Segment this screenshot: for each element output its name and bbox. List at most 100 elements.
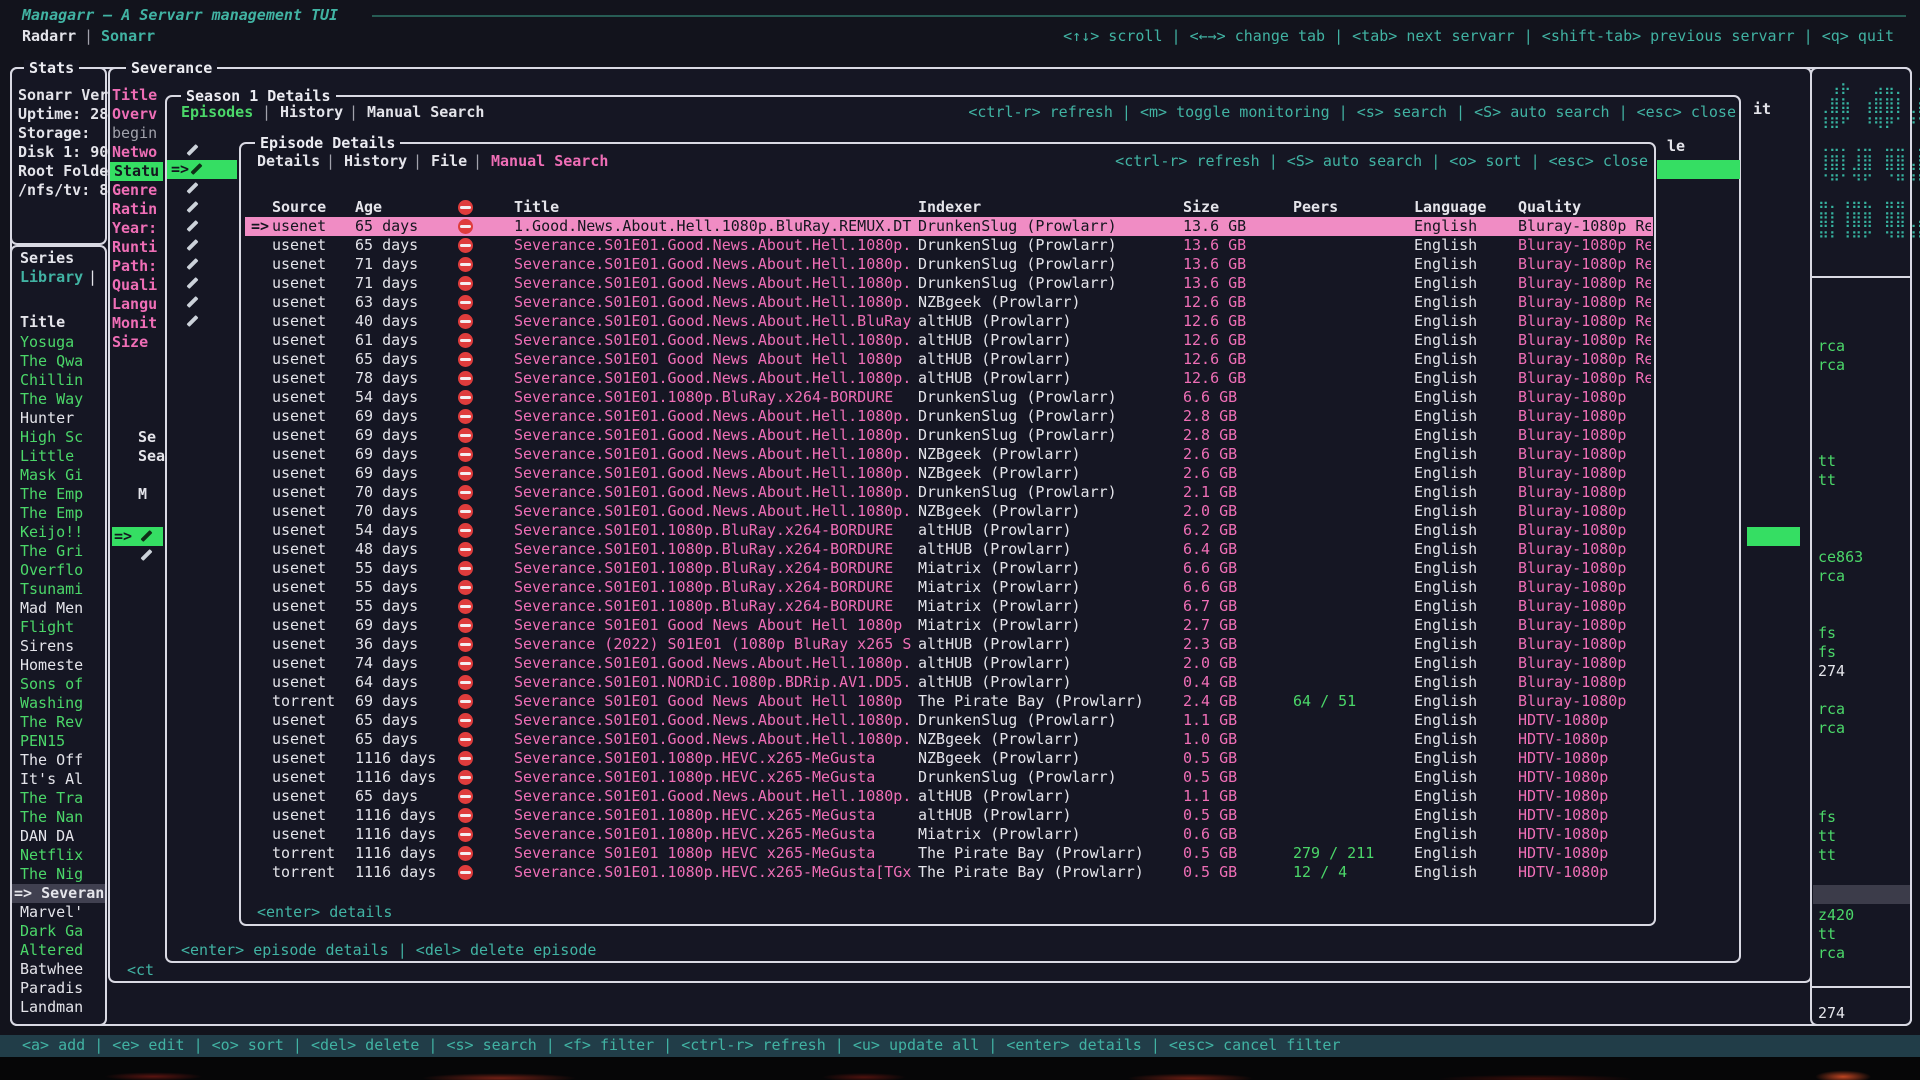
tab-episodes[interactable]: Episodes <box>181 103 253 122</box>
field-row-selected[interactable]: Statu <box>110 162 163 181</box>
release-row[interactable]: usenet74 daysSeverance.S01E01.Good.News.… <box>245 654 1653 673</box>
series-item[interactable]: Overflo <box>20 561 83 580</box>
series-item[interactable]: DAN DA <box>20 827 74 846</box>
series-item[interactable]: The Off <box>20 751 83 770</box>
series-item[interactable]: Washing <box>20 694 83 713</box>
series-item[interactable]: Hunter <box>20 409 74 428</box>
release-row[interactable]: usenet65 daysSeverance.S01E01.Good.News.… <box>245 711 1653 730</box>
release-size: 2.1 GB <box>1183 483 1237 502</box>
series-item[interactable]: Netflix <box>20 846 83 865</box>
series-item[interactable]: PEN15 <box>20 732 65 751</box>
series-item[interactable]: The Tra <box>20 789 83 808</box>
release-quality: Bluray-1080p Re <box>1518 369 1651 388</box>
release-row[interactable]: usenet55 daysSeverance.S01E01.1080p.BluR… <box>245 597 1653 616</box>
release-row[interactable]: usenet63 daysSeverance.S01E01.Good.News.… <box>245 293 1653 312</box>
series-item[interactable]: Mask Gi <box>20 466 83 485</box>
release-row[interactable]: usenet1116 daysSeverance.S01E01.1080p.HE… <box>245 749 1653 768</box>
series-item[interactable]: The Emp <box>20 504 83 523</box>
series-item[interactable]: Little <box>20 447 74 466</box>
release-language: English <box>1414 426 1477 445</box>
series-item[interactable]: Flight <box>20 618 74 637</box>
release-row[interactable]: usenet54 daysSeverance.S01E01.1080p.BluR… <box>245 521 1653 540</box>
series-item[interactable]: Tsunami <box>20 580 83 599</box>
rejected-icon <box>458 751 473 766</box>
series-item[interactable]: Mad Men <box>20 599 83 618</box>
selected-season-row-left[interactable]: => <box>112 527 163 546</box>
release-row[interactable]: usenet1116 daysSeverance.S01E01.1080p.HE… <box>245 806 1653 825</box>
series-item[interactable]: It's Al <box>20 770 83 789</box>
tab-file[interactable]: File <box>431 152 467 171</box>
series-item[interactable]: Dark Ga <box>20 922 83 941</box>
release-row[interactable]: usenet1116 daysSeverance.S01E01.1080p.HE… <box>245 768 1653 787</box>
series-item[interactable]: Yosuga <box>20 333 74 352</box>
release-row[interactable]: usenet40 daysSeverance.S01E01.Good.News.… <box>245 312 1653 331</box>
release-size: 13.6 GB <box>1183 255 1246 274</box>
release-row[interactable]: usenet69 daysSeverance.S01E01.Good.News.… <box>245 407 1653 426</box>
series-item[interactable]: The Nan <box>20 808 83 827</box>
series-item[interactable]: The Qwa <box>20 352 83 371</box>
release-row[interactable]: usenet69 daysSeverance.S01E01.Good.News.… <box>245 464 1653 483</box>
release-row[interactable]: usenet65 daysSeverance.S01E01.Good.News.… <box>245 787 1653 806</box>
release-row[interactable]: torrent1116 daysSeverance.S01E01.1080p.H… <box>245 863 1653 882</box>
release-row[interactable]: usenet78 daysSeverance.S01E01.Good.News.… <box>245 369 1653 388</box>
release-row[interactable]: usenet48 daysSeverance.S01E01.1080p.BluR… <box>245 540 1653 559</box>
series-item[interactable]: Marvel' <box>20 903 83 922</box>
release-row[interactable]: usenet65 daysSeverance.S01E01 Good News … <box>245 350 1653 369</box>
release-language: English <box>1414 863 1477 882</box>
release-row[interactable]: usenet55 daysSeverance.S01E01.1080p.BluR… <box>245 578 1653 597</box>
series-item[interactable]: Landman <box>20 998 83 1017</box>
series-item[interactable]: Sons of <box>20 675 83 694</box>
tab-episode-history[interactable]: History <box>344 152 407 171</box>
release-row[interactable]: usenet65 daysSeverance.S01E01.Good.News.… <box>245 730 1653 749</box>
series-item[interactable]: Batwhee <box>20 960 83 979</box>
series-item[interactable]: The Emp <box>20 485 83 504</box>
series-item[interactable]: Paradis <box>20 979 83 998</box>
release-row[interactable]: usenet71 daysSeverance.S01E01.Good.News.… <box>245 255 1653 274</box>
release-row[interactable]: usenet70 daysSeverance.S01E01.Good.News.… <box>245 502 1653 521</box>
series-item[interactable]: The Way <box>20 390 83 409</box>
release-row[interactable]: usenet70 daysSeverance.S01E01.Good.News.… <box>245 483 1653 502</box>
series-item[interactable]: The Nig <box>20 865 83 884</box>
release-row[interactable]: usenet71 daysSeverance.S01E01.Good.News.… <box>245 274 1653 293</box>
series-item[interactable]: The Rev <box>20 713 83 732</box>
tab-details[interactable]: Details <box>257 152 320 171</box>
series-item-selected[interactable]: => Severan <box>14 884 104 903</box>
series-item[interactable]: Chillin <box>20 371 83 390</box>
stats-line: Disk 1: 90 <box>18 143 108 162</box>
release-row[interactable]: usenet61 daysSeverance.S01E01.Good.News.… <box>245 331 1653 350</box>
release-row[interactable]: usenet36 daysSeverance (2022) S01E01 (10… <box>245 635 1653 654</box>
release-language: English <box>1414 578 1477 597</box>
tab-season-history[interactable]: History <box>280 103 343 122</box>
tab-radarr[interactable]: Radarr <box>22 27 76 46</box>
tab-season-manual-search[interactable]: Manual Search <box>367 103 484 122</box>
series-tab-library[interactable]: Library <box>20 268 83 287</box>
tab-sonarr[interactable]: Sonarr <box>101 27 155 46</box>
release-indexer: DrunkenSlug (Prowlarr) <box>918 217 1176 236</box>
series-item[interactable]: Keijo!! <box>20 523 83 542</box>
release-size: 2.8 GB <box>1183 407 1237 426</box>
release-row[interactable]: usenet69 daysSeverance S01E01 Good News … <box>245 616 1653 635</box>
series-item[interactable]: Altered <box>20 941 83 960</box>
series-item[interactable]: Homeste <box>20 656 83 675</box>
release-indexer: altHUB (Prowlarr) <box>918 806 1176 825</box>
release-language: English <box>1414 274 1477 293</box>
release-row[interactable]: usenet1116 daysSeverance.S01E01.1080p.HE… <box>245 825 1653 844</box>
rejected-icon <box>458 656 473 671</box>
field-label: Title <box>112 86 157 105</box>
release-row[interactable]: usenet69 daysSeverance.S01E01.Good.News.… <box>245 445 1653 464</box>
release-row[interactable]: usenet64 daysSeverance.S01E01.NORDiC.108… <box>245 673 1653 692</box>
series-item[interactable]: Sirens <box>20 637 74 656</box>
tab-manual-search[interactable]: Manual Search <box>491 152 608 171</box>
selected-episode-row-left[interactable]: => <box>167 160 237 179</box>
release-row[interactable]: usenet69 daysSeverance.S01E01.Good.News.… <box>245 426 1653 445</box>
release-row[interactable]: =>usenet65 days1.Good.News.About.Hell.10… <box>245 217 1653 236</box>
release-row[interactable]: torrent69 daysSeverance S01E01 Good News… <box>245 692 1653 711</box>
release-row[interactable]: usenet65 daysSeverance.S01E01.Good.News.… <box>245 236 1653 255</box>
series-item[interactable]: High Sc <box>20 428 83 447</box>
release-row[interactable]: usenet54 daysSeverance.S01E01.1080p.BluR… <box>245 388 1653 407</box>
release-row[interactable]: usenet55 daysSeverance.S01E01.1080p.BluR… <box>245 559 1653 578</box>
col-size: Size <box>1183 198 1219 217</box>
release-row[interactable]: torrent1116 daysSeverance S01E01 1080p H… <box>245 844 1653 863</box>
series-item[interactable]: The Gri <box>20 542 83 561</box>
release-language: English <box>1414 730 1477 749</box>
